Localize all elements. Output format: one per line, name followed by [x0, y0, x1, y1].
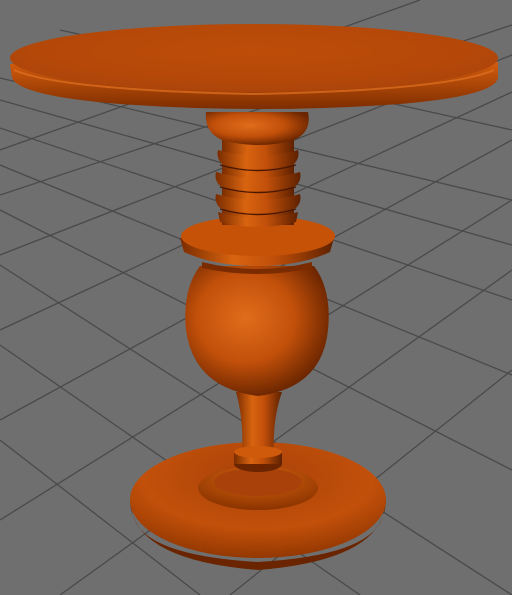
stem-ring[interactable] [234, 446, 282, 472]
tabletop[interactable] [10, 24, 498, 109]
ring-stack[interactable] [215, 135, 301, 227]
top-knob[interactable] [205, 112, 309, 145]
3d-viewport[interactable] [0, 0, 512, 595]
vase-bulb[interactable] [185, 266, 329, 396]
viewport-canvas[interactable] [0, 0, 512, 595]
